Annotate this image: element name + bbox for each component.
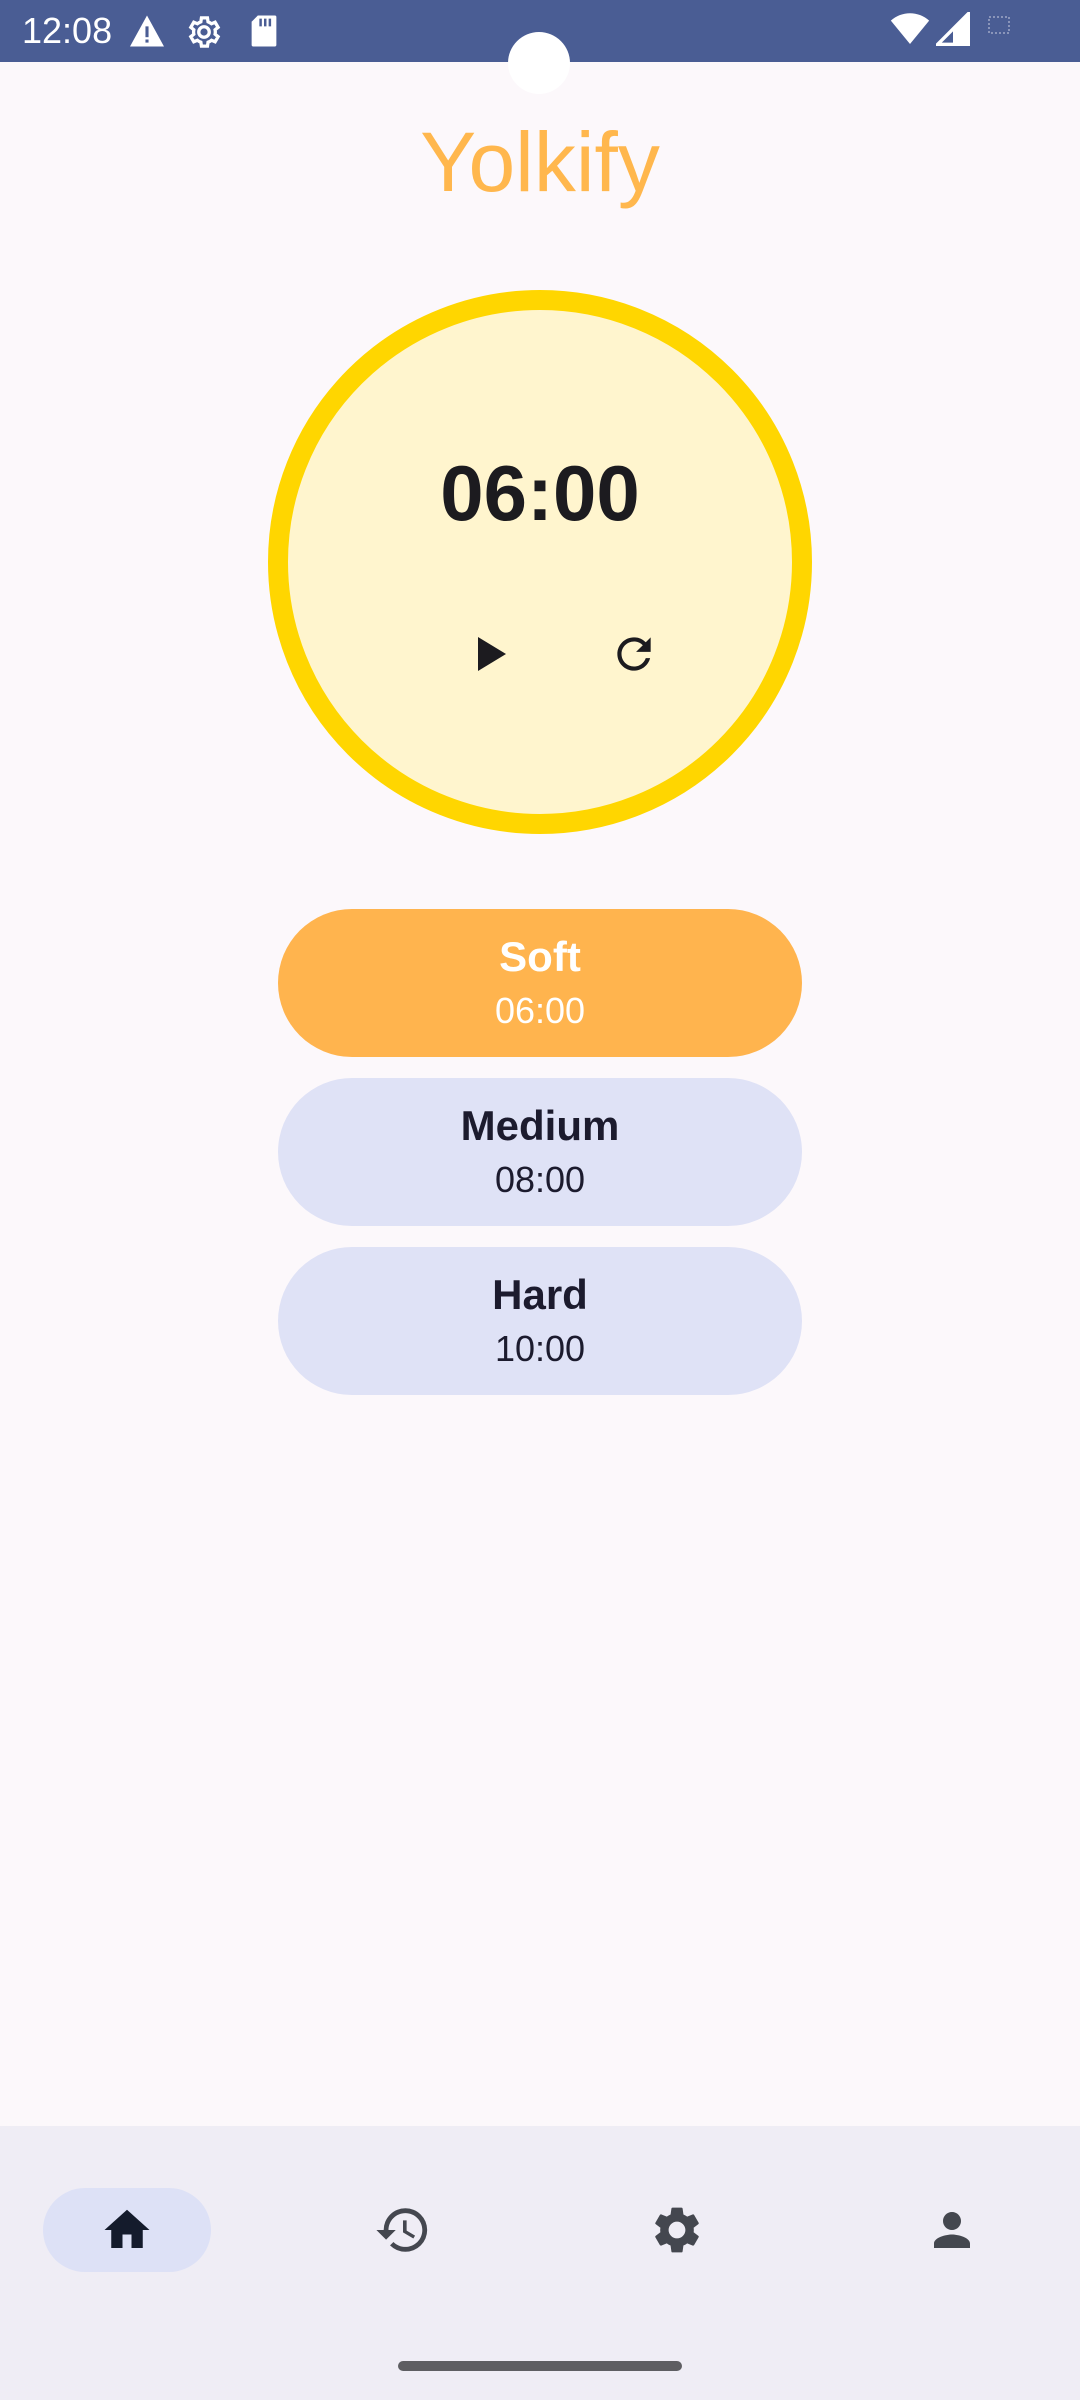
status-time: 12:08	[22, 10, 113, 51]
preset-soft-button[interactable]: Soft 06:00	[278, 909, 802, 1057]
settings-icon	[655, 2207, 699, 2253]
nav-history[interactable]	[319, 2188, 487, 2272]
timer-display: 06:00	[440, 449, 640, 537]
preset-name: Soft	[499, 933, 581, 980]
home-indicator[interactable]	[398, 2361, 682, 2371]
sd-card-icon	[250, 14, 278, 53]
reset-button[interactable]	[594, 614, 674, 694]
settings-gear-icon	[186, 14, 222, 55]
preset-medium-button[interactable]: Medium 08:00	[278, 1078, 802, 1226]
wifi-icon	[890, 12, 930, 51]
timer-circle: 06:00	[268, 290, 812, 834]
app-title: Yolkify	[420, 115, 660, 209]
preset-time: 10:00	[494, 1328, 586, 1369]
home-icon	[104, 2209, 150, 2248]
no-sim-icon	[988, 16, 1010, 39]
nav-settings[interactable]	[593, 2188, 761, 2272]
play-button[interactable]	[450, 614, 530, 694]
preset-hard-button[interactable]: Hard 10:00	[278, 1247, 802, 1395]
reset-icon	[617, 637, 651, 671]
profile-icon	[934, 2212, 970, 2248]
history-icon	[376, 2208, 428, 2252]
nav-profile[interactable]	[868, 2188, 1036, 2272]
preset-name: Hard	[492, 1271, 588, 1318]
cell-signal-icon	[933, 9, 970, 51]
preset-time: 08:00	[494, 1159, 586, 1200]
bottom-navigation	[0, 2126, 1080, 2400]
play-icon	[478, 637, 506, 671]
preset-time: 06:00	[494, 990, 586, 1031]
warning-icon	[128, 14, 166, 53]
nav-home[interactable]	[43, 2188, 211, 2272]
preset-name: Medium	[460, 1102, 620, 1149]
camera-cutout	[508, 32, 570, 94]
